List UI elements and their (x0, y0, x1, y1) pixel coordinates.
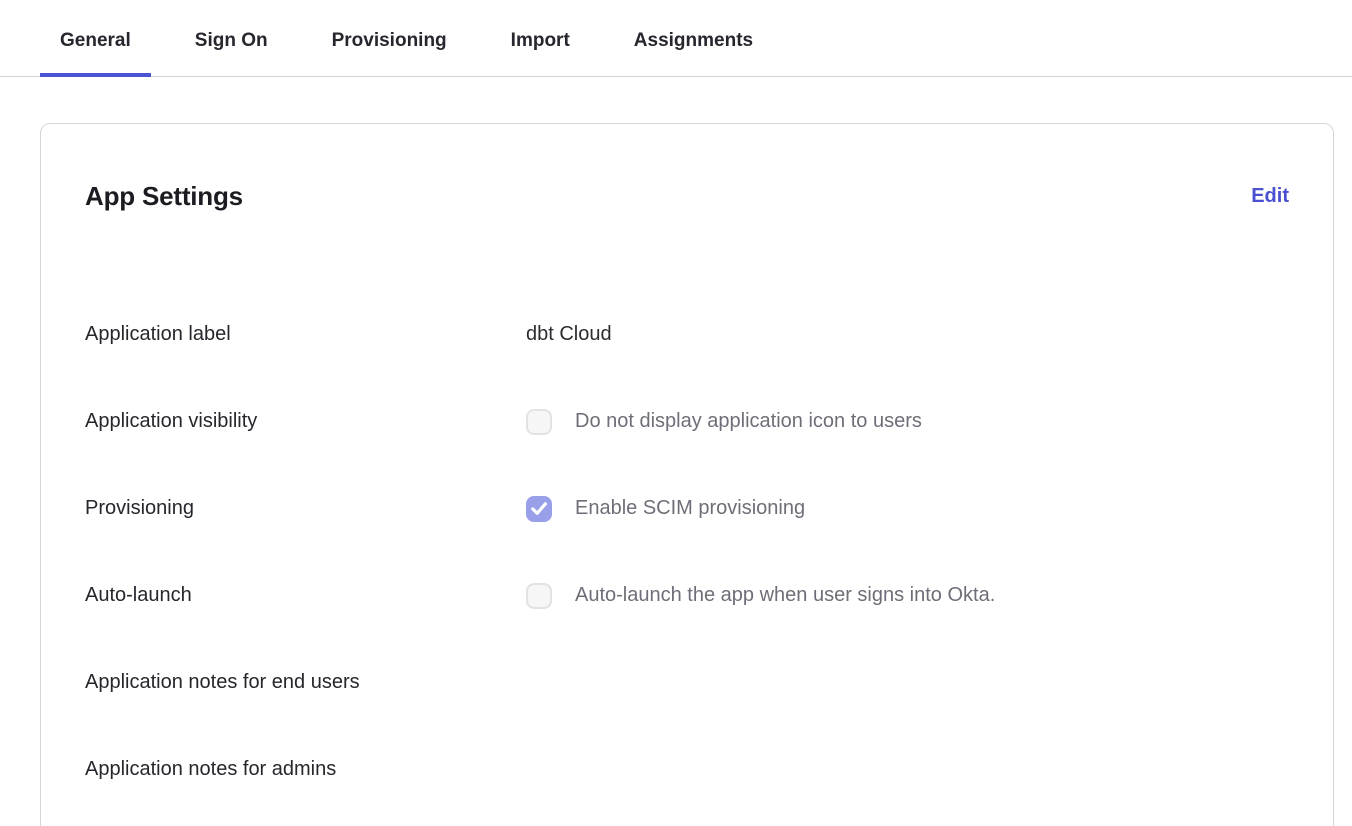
card-title: App Settings (85, 181, 243, 212)
row-provisioning: Provisioning Enable SCIM provisioning (85, 494, 1289, 524)
tab-provisioning[interactable]: Provisioning (312, 24, 467, 76)
row-application-label: Application label dbt Cloud (85, 320, 1289, 350)
field-label: Application visibility (85, 410, 526, 433)
application-label-value: dbt Cloud (526, 323, 612, 346)
edit-button[interactable]: Edit (1251, 185, 1289, 208)
tab-import[interactable]: Import (491, 24, 590, 76)
scim-provisioning-checkbox[interactable] (526, 496, 552, 522)
field-label: Application label (85, 323, 526, 346)
field-label: Application notes for admins (85, 758, 526, 781)
provisioning-checkbox-group: Enable SCIM provisioning (526, 496, 805, 522)
auto-launch-checkbox-label: Auto-launch the app when user signs into… (575, 584, 995, 607)
row-application-visibility: Application visibility Do not display ap… (85, 407, 1289, 437)
field-label: Application notes for end users (85, 671, 526, 694)
row-notes-end-users: Application notes for end users (85, 668, 1289, 698)
visibility-checkbox[interactable] (526, 409, 552, 435)
scim-provisioning-checkbox-label: Enable SCIM provisioning (575, 497, 805, 520)
card-header: App Settings Edit (85, 164, 1289, 230)
visibility-checkbox-label: Do not display application icon to users (575, 410, 922, 433)
auto-launch-checkbox[interactable] (526, 583, 552, 609)
app-settings-card: App Settings Edit Application label dbt … (40, 123, 1334, 826)
field-label: Provisioning (85, 497, 526, 520)
tab-assignments[interactable]: Assignments (614, 24, 773, 76)
app-tab-bar: General Sign On Provisioning Import Assi… (0, 0, 1352, 77)
row-auto-launch: Auto-launch Auto-launch the app when use… (85, 581, 1289, 611)
auto-launch-checkbox-group: Auto-launch the app when user signs into… (526, 583, 995, 609)
field-label: Auto-launch (85, 584, 526, 607)
tab-sign-on[interactable]: Sign On (175, 24, 288, 76)
row-notes-admins: Application notes for admins (85, 755, 1289, 785)
visibility-checkbox-group: Do not display application icon to users (526, 409, 922, 435)
tab-general[interactable]: General (40, 24, 151, 76)
checkmark-icon (531, 502, 547, 515)
